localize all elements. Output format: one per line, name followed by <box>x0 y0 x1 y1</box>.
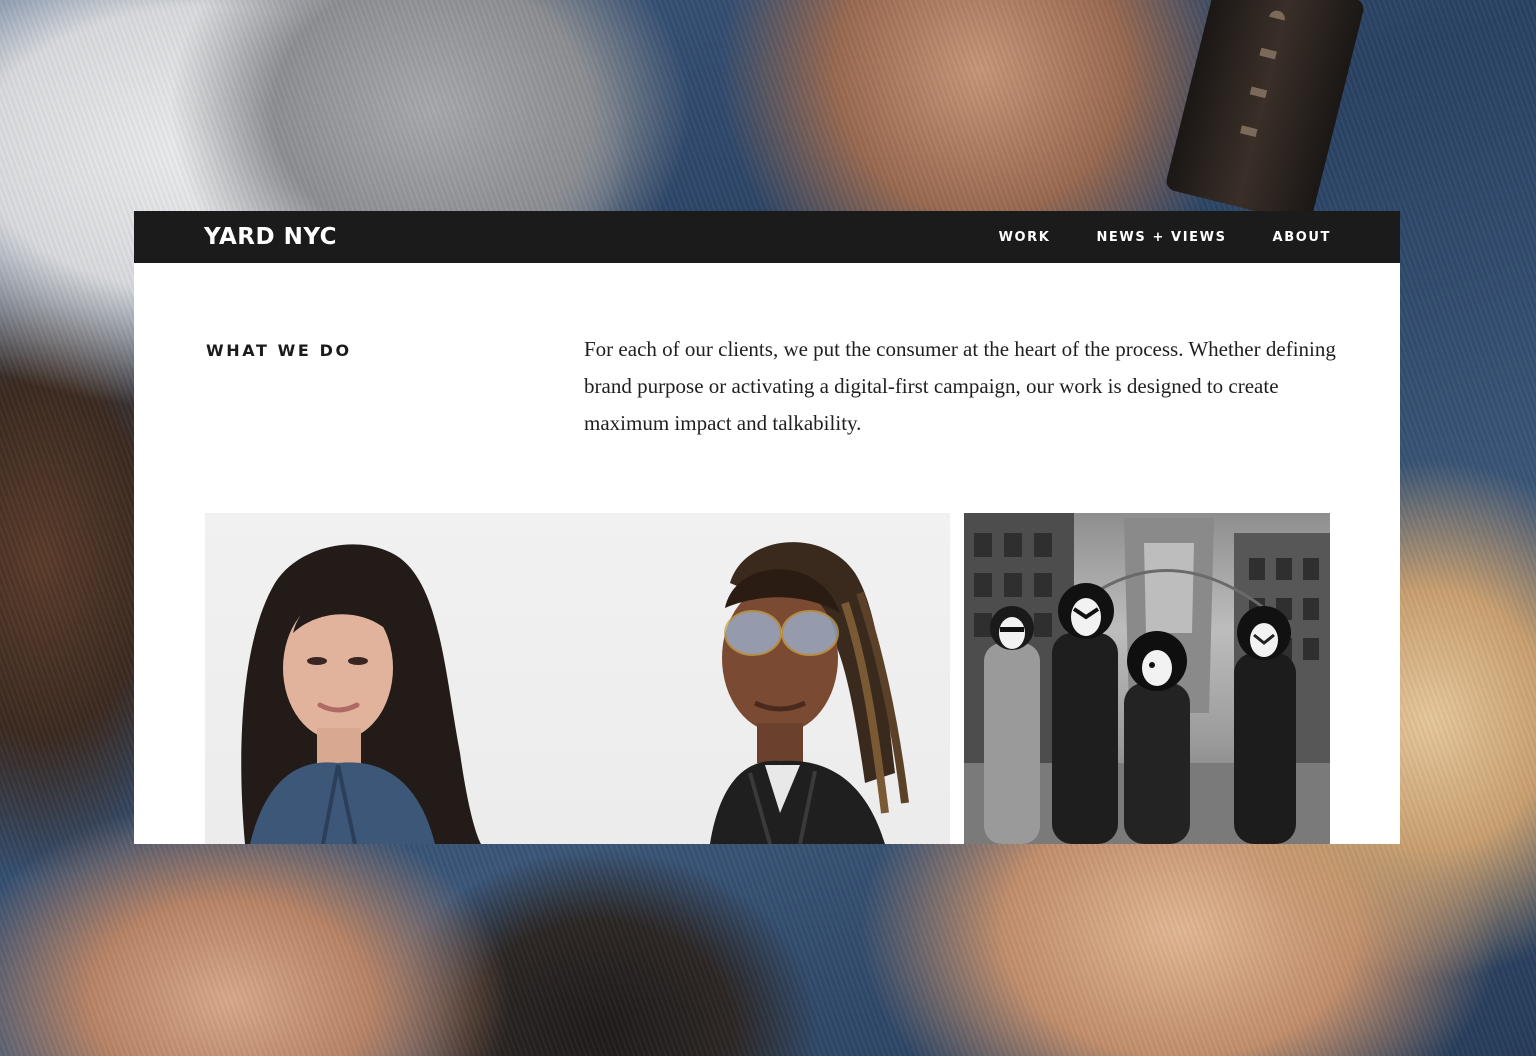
work-tile-band-group[interactable] <box>964 513 1330 844</box>
band-group-image <box>964 513 1330 844</box>
section-heading: WHAT WE DO <box>206 341 352 360</box>
nav-item-news-views[interactable]: NEWS + VIEWS <box>1096 230 1226 245</box>
work-tile-portrait-duo[interactable] <box>205 513 950 844</box>
intro-paragraph: For each of our clients, we put the cons… <box>584 337 1336 435</box>
top-navigation-bar: YARD NYC WORK NEWS + VIEWS ABOUT <box>134 211 1400 263</box>
website-card: YARD NYC WORK NEWS + VIEWS ABOUT WHAT WE… <box>134 211 1400 844</box>
nav-item-about[interactable]: ABOUT <box>1273 230 1331 245</box>
portrait-duo-image <box>241 542 909 844</box>
site-logo[interactable]: YARD NYC <box>204 223 337 251</box>
main-nav: WORK NEWS + VIEWS ABOUT <box>953 211 1331 263</box>
nav-item-work[interactable]: WORK <box>999 230 1051 245</box>
